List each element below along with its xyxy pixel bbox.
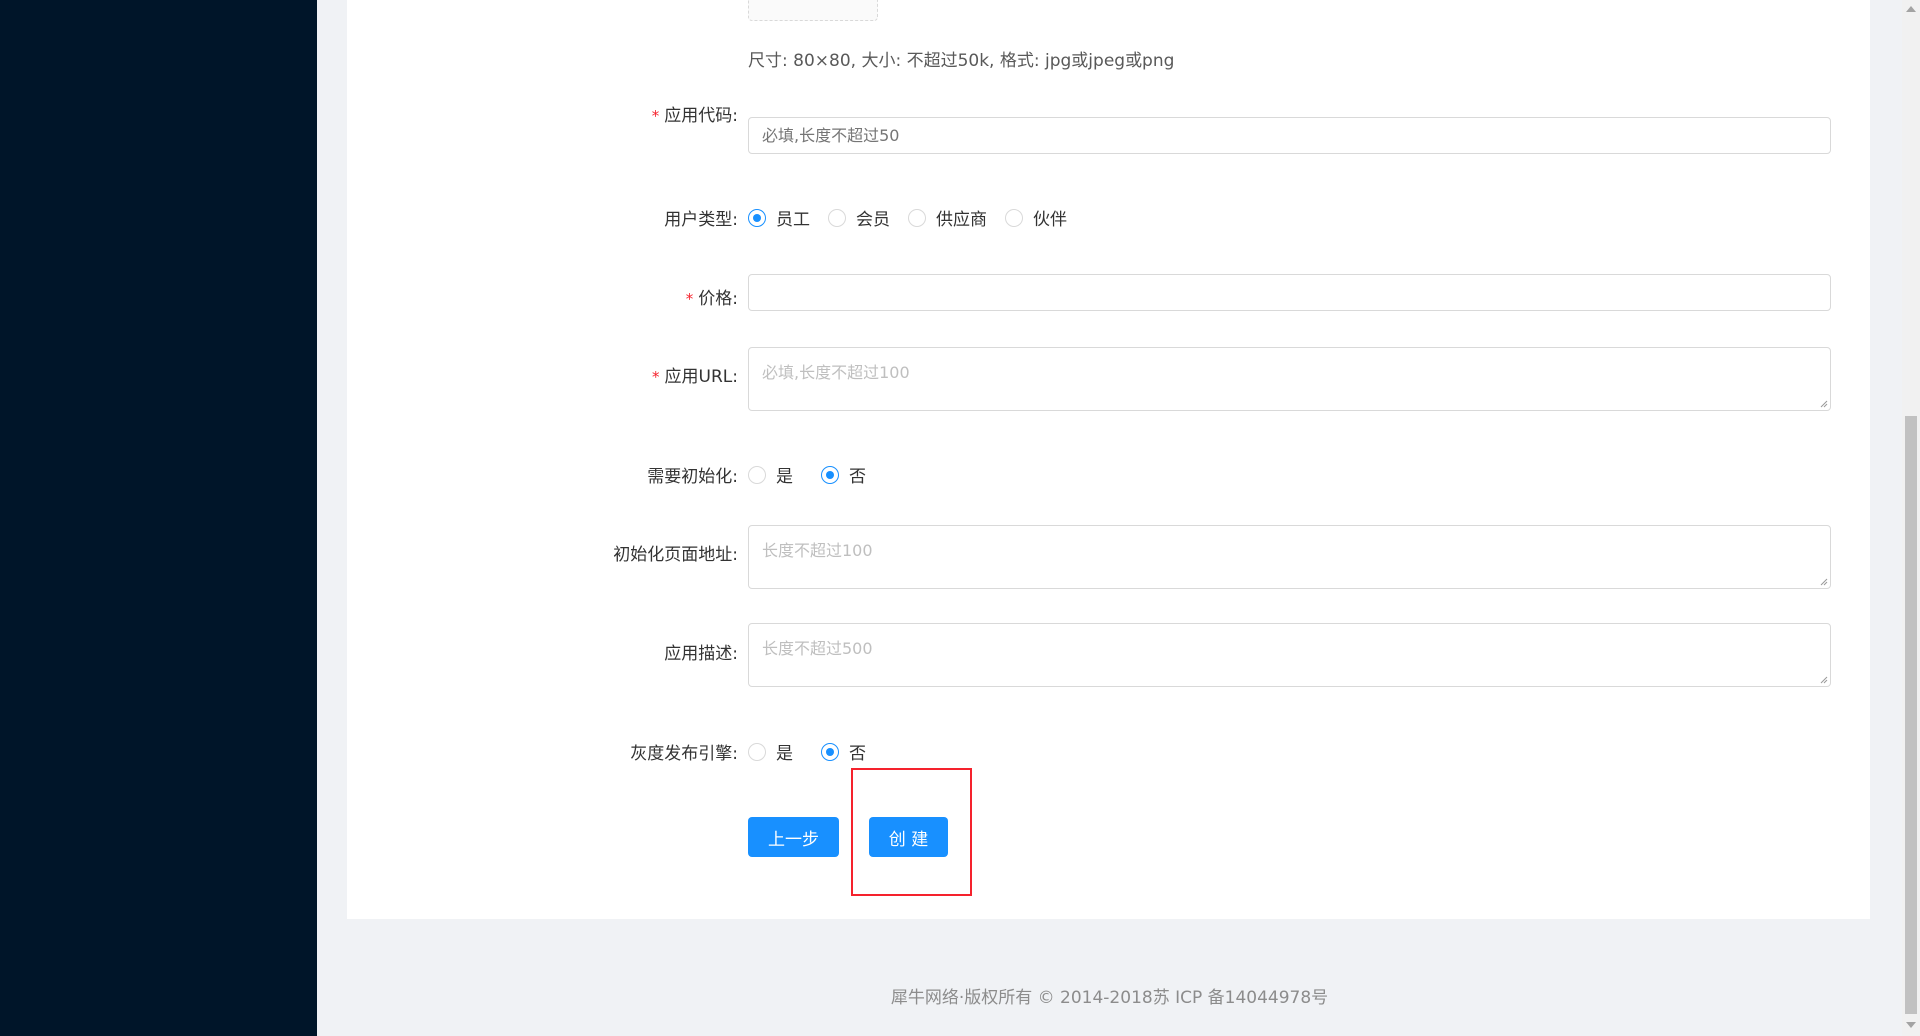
radio-checked-icon [821,742,839,761]
app-url-textarea[interactable]: 必填,长度不超过100 [748,347,1831,411]
radio-member[interactable]: 会员 [828,205,890,230]
required-mark: * [652,368,660,386]
resize-handle-icon[interactable] [1818,674,1828,684]
icon-upload-box[interactable] [748,0,878,21]
app-desc-placeholder: 长度不超过500 [762,639,873,658]
scroll-down-arrow-icon[interactable] [1906,1022,1916,1028]
user-type-label: 用户类型: [664,210,738,230]
radio-unchecked-icon [748,742,766,761]
radio-checked-icon [821,465,839,484]
sidebar [0,0,317,1036]
radio-supplier[interactable]: 供应商 [908,205,987,230]
radio-checked-icon [748,208,766,227]
gray-release-label: 灰度发布引擎: [630,744,738,764]
upload-hint: 尺寸: 80×80, 大小: 不超过50k, 格式: jpg或jpeg或png [748,51,1175,71]
radio-gray-release-yes[interactable]: 是 [748,739,793,764]
highlight-box [851,768,972,896]
app-code-label: * 应用代码: [651,106,738,126]
app-desc-textarea[interactable]: 长度不超过500 [748,623,1831,687]
required-mark: * [685,290,694,308]
radio-unchecked-icon [828,208,846,227]
app-url-label: * 应用URL: [652,367,738,387]
radio-partner[interactable]: 伙伴 [1005,205,1067,230]
app-url-placeholder: 必填,长度不超过100 [762,363,910,382]
app-desc-label: 应用描述: [664,644,738,664]
user-type-radio-group: 员工 会员 供应商 伙伴 [748,205,1085,230]
radio-unchecked-icon [908,208,926,227]
page-scrollbar[interactable] [1902,0,1920,1036]
need-init-label: 需要初始化: [647,467,738,487]
app-code-input[interactable] [748,117,1831,154]
radio-unchecked-icon [748,465,766,484]
need-init-radio-group: 是 否 [748,462,884,487]
price-input[interactable] [748,274,1831,311]
radio-need-init-no[interactable]: 否 [821,462,866,487]
radio-employee[interactable]: 员工 [748,205,810,230]
footer-copyright: 犀牛网络·版权所有 © 2014-2018苏 ICP 备14044978号 [890,988,1329,1008]
scroll-up-arrow-icon[interactable] [1906,6,1916,12]
init-page-url-placeholder: 长度不超过100 [762,541,873,560]
price-label: * 价格: [685,289,738,309]
resize-handle-icon[interactable] [1818,576,1828,586]
prev-step-button[interactable]: 上一步 [748,817,839,857]
required-mark: * [651,107,660,125]
radio-gray-release-no[interactable]: 否 [821,739,866,764]
scrollbar-thumb[interactable] [1905,416,1917,1014]
resize-handle-icon[interactable] [1818,398,1828,408]
radio-unchecked-icon [1005,208,1023,227]
radio-need-init-yes[interactable]: 是 [748,462,793,487]
gray-release-radio-group: 是 否 [748,739,884,764]
init-page-url-label: 初始化页面地址: [613,545,738,565]
init-page-url-textarea[interactable]: 长度不超过100 [748,525,1831,589]
